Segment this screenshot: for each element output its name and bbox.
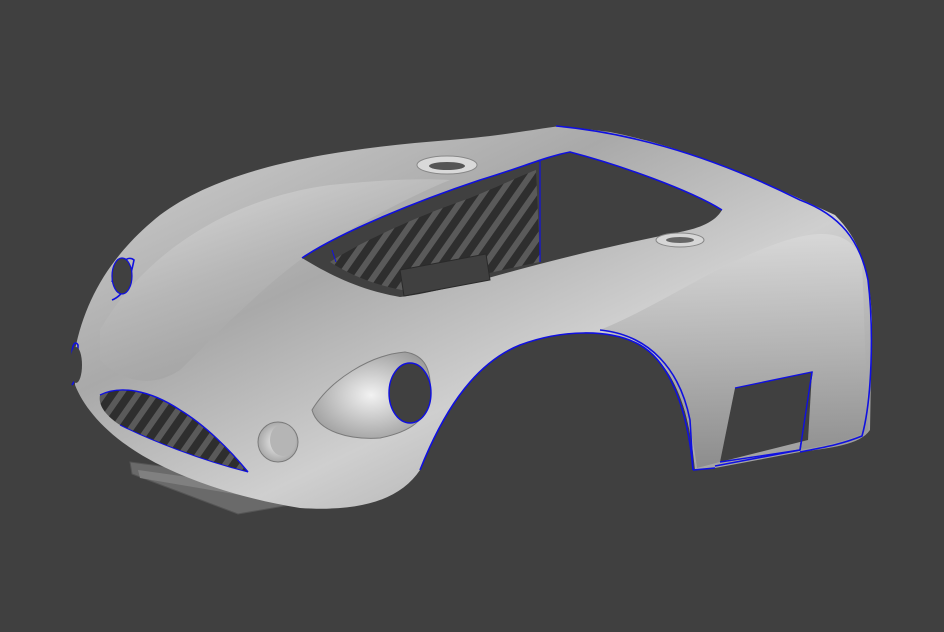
- 3d-viewport[interactable]: [0, 0, 944, 632]
- car-body-render[interactable]: [0, 0, 944, 632]
